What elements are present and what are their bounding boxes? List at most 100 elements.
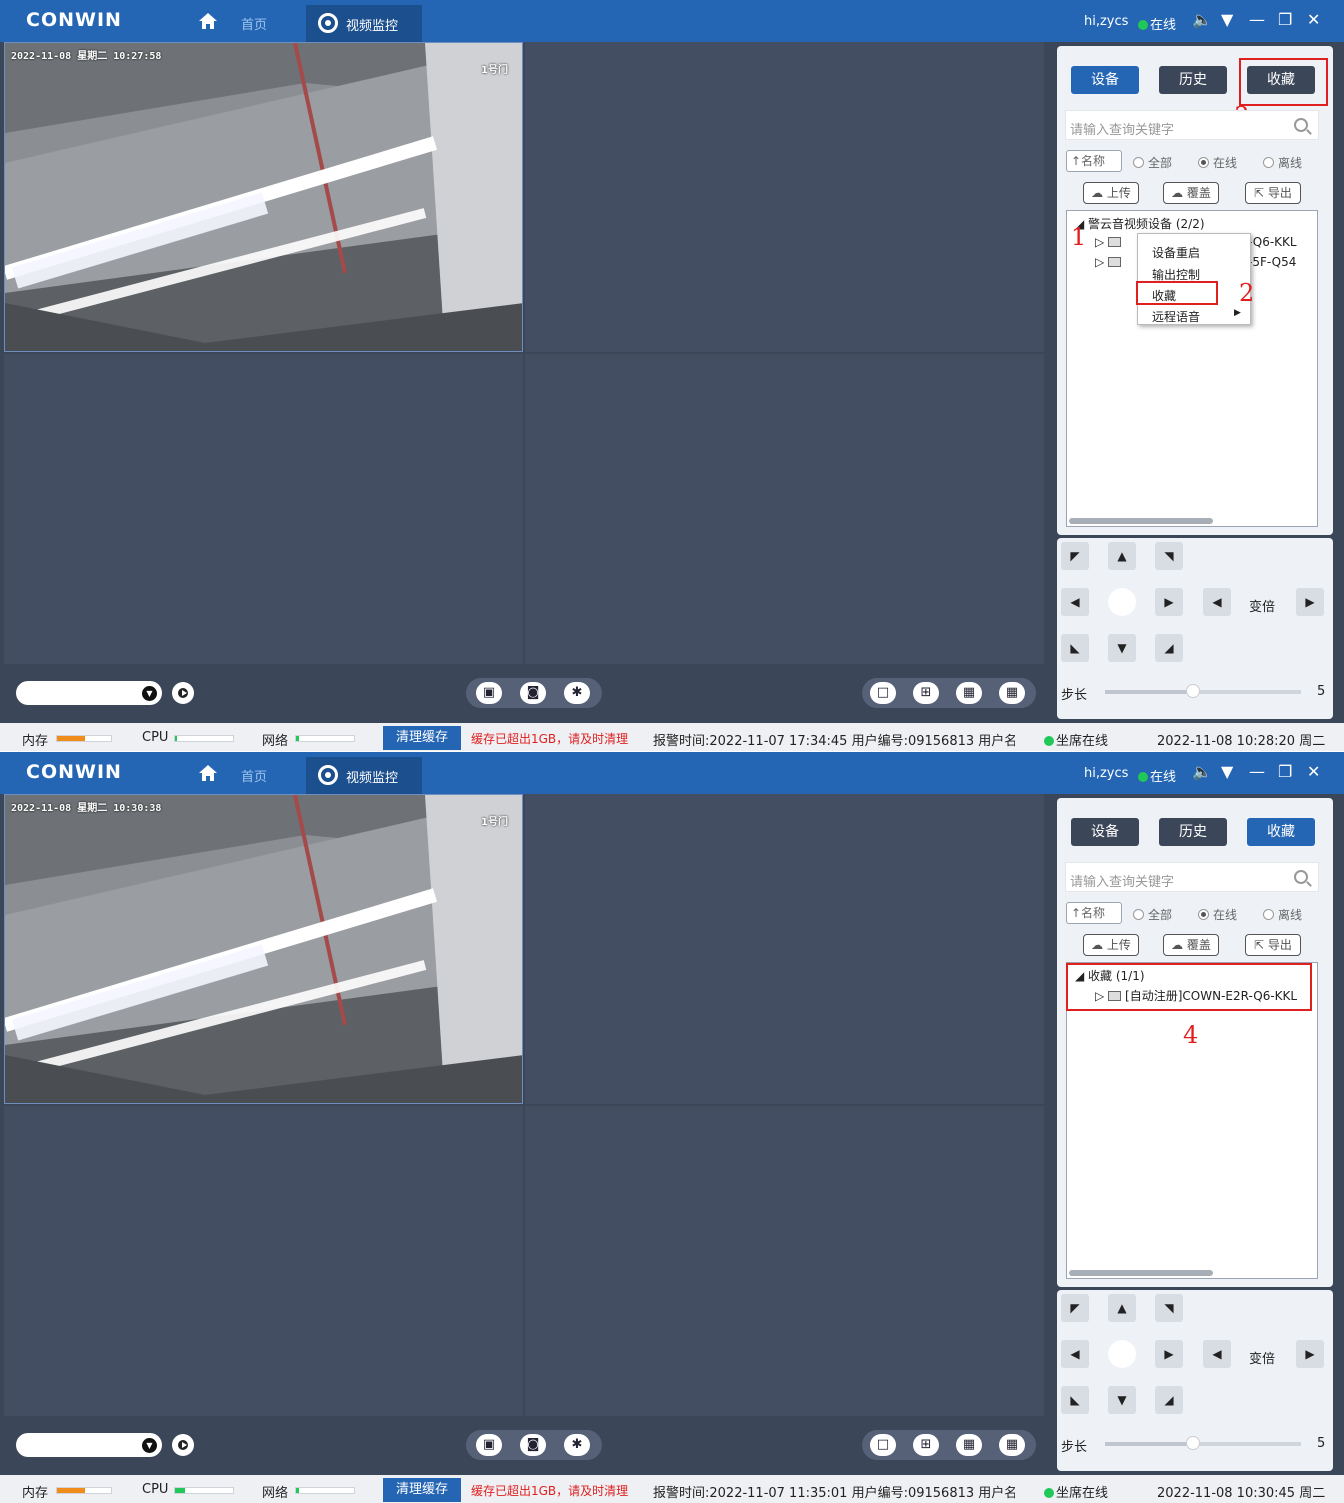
save-icon[interactable]: ▣ bbox=[476, 682, 502, 704]
close-icon[interactable]: ✕ bbox=[1307, 11, 1320, 29]
ptz-up-left-icon[interactable]: ◤ bbox=[1061, 542, 1089, 570]
zoom-out-icon[interactable]: ◀ bbox=[1203, 1340, 1231, 1368]
zoom-in-icon[interactable]: ▶ bbox=[1296, 1340, 1324, 1368]
tools-icon[interactable]: ✱ bbox=[564, 682, 590, 704]
screenshot-icon[interactable]: ◙ bbox=[520, 682, 546, 704]
layout-4-icon[interactable]: ⊞ bbox=[913, 682, 939, 704]
layout-16-icon[interactable]: ▦ bbox=[999, 1434, 1025, 1456]
ptz-down-left-icon[interactable]: ◣ bbox=[1061, 634, 1089, 662]
dropdown-menu-icon[interactable]: ▼ bbox=[1221, 11, 1233, 29]
ptz-up-right-icon[interactable]: ◥ bbox=[1155, 542, 1183, 570]
ptz-left-icon[interactable]: ◀ bbox=[1061, 1340, 1089, 1368]
minimize-icon[interactable]: — bbox=[1249, 763, 1265, 781]
ptz-center-button[interactable] bbox=[1108, 1340, 1136, 1368]
tab-home[interactable]: 首页 bbox=[241, 766, 267, 785]
horizontal-scrollbar[interactable] bbox=[1069, 1270, 1213, 1276]
upload-button[interactable]: ☁ 上传 bbox=[1083, 934, 1139, 956]
tree-item-1[interactable]: ▷ bbox=[1095, 235, 1125, 249]
layout-9-icon[interactable]: ▦ bbox=[956, 1434, 982, 1456]
tab-video-monitor[interactable]: 视频监控 bbox=[306, 5, 422, 42]
tab-devices[interactable]: 设备 bbox=[1071, 66, 1139, 94]
video-pane-1[interactable]: 2022-11-08 星期二 10:27:58 1号门 bbox=[4, 42, 523, 352]
volume-icon[interactable]: 🔈 bbox=[1192, 763, 1212, 781]
play-icon[interactable] bbox=[172, 682, 194, 704]
video-pane-4[interactable] bbox=[525, 354, 1044, 664]
search-icon[interactable] bbox=[1294, 870, 1308, 884]
radio-online[interactable]: 在线 bbox=[1198, 154, 1237, 171]
favorites-tree[interactable]: ◢ 收藏 (1/1) ▷ [自动注册]COWN-E2R-Q6-KKL 4 bbox=[1066, 962, 1318, 1279]
play-icon[interactable] bbox=[172, 1434, 194, 1456]
step-slider-handle[interactable] bbox=[1186, 1436, 1201, 1450]
restore-icon[interactable]: ❐ bbox=[1278, 763, 1292, 781]
preset-select[interactable]: ▼ bbox=[16, 681, 162, 705]
home-icon[interactable] bbox=[198, 12, 218, 30]
tab-home[interactable]: 首页 bbox=[241, 14, 267, 33]
volume-icon[interactable]: 🔈 bbox=[1192, 11, 1212, 29]
ptz-down-icon[interactable]: ▼ bbox=[1108, 1386, 1136, 1414]
video-pane-3[interactable] bbox=[4, 1106, 523, 1416]
video-pane-3[interactable] bbox=[4, 354, 523, 664]
export-button[interactable]: ⇱ 导出 bbox=[1245, 182, 1301, 204]
overwrite-button[interactable]: ☁ 覆盖 bbox=[1163, 182, 1219, 204]
ptz-up-left-icon[interactable]: ◤ bbox=[1061, 1294, 1089, 1322]
ptz-center-button[interactable] bbox=[1108, 588, 1136, 616]
video-pane-2[interactable] bbox=[525, 794, 1044, 1104]
tree-item-2[interactable]: ▷ bbox=[1095, 255, 1125, 269]
zoom-in-icon[interactable]: ▶ bbox=[1296, 588, 1324, 616]
ptz-down-icon[interactable]: ▼ bbox=[1108, 634, 1136, 662]
video-pane-2[interactable] bbox=[525, 42, 1044, 352]
tab-devices[interactable]: 设备 bbox=[1071, 818, 1139, 846]
menu-item-remote-voice[interactable]: 远程语音 bbox=[1152, 308, 1200, 325]
video-pane-1[interactable]: 2022-11-08 星期二 10:30:38 1号门 bbox=[4, 794, 523, 1104]
step-slider[interactable] bbox=[1105, 684, 1301, 698]
zoom-out-icon[interactable]: ◀ bbox=[1203, 588, 1231, 616]
ptz-up-icon[interactable]: ▲ bbox=[1108, 1294, 1136, 1322]
ptz-down-left-icon[interactable]: ◣ bbox=[1061, 1386, 1089, 1414]
clear-cache-button[interactable]: 清理缓存 bbox=[383, 1478, 461, 1502]
radio-offline[interactable]: 离线 bbox=[1263, 906, 1302, 923]
tab-history[interactable]: 历史 bbox=[1159, 818, 1227, 846]
tab-favorites[interactable]: 收藏 bbox=[1247, 818, 1315, 846]
ptz-left-icon[interactable]: ◀ bbox=[1061, 588, 1089, 616]
tree-root[interactable]: ◢ 警云音视频设备 (2/2) bbox=[1075, 215, 1205, 232]
layout-9-icon[interactable]: ▦ bbox=[956, 682, 982, 704]
ptz-down-right-icon[interactable]: ◢ bbox=[1155, 1386, 1183, 1414]
device-tree[interactable]: ◢ 警云音视频设备 (2/2) ▷ ▷ -Q6-KKL -5F-Q54 1 设备… bbox=[1066, 210, 1318, 527]
tab-history[interactable]: 历史 bbox=[1159, 66, 1227, 94]
search-icon[interactable] bbox=[1294, 118, 1308, 132]
video-pane-4[interactable] bbox=[525, 1106, 1044, 1416]
tab-video-monitor[interactable]: 视频监控 bbox=[306, 757, 422, 794]
tree-item-1-label[interactable]: -Q6-KKL bbox=[1248, 235, 1297, 249]
close-icon[interactable]: ✕ bbox=[1307, 763, 1320, 781]
radio-offline[interactable]: 离线 bbox=[1263, 154, 1302, 171]
search-input[interactable]: 请输入查询关键字 bbox=[1065, 862, 1319, 892]
home-icon[interactable] bbox=[198, 764, 218, 782]
search-input[interactable]: 请输入查询关键字 bbox=[1065, 110, 1319, 140]
layout-16-icon[interactable]: ▦ bbox=[999, 682, 1025, 704]
ptz-right-icon[interactable]: ▶ bbox=[1155, 1340, 1183, 1368]
save-icon[interactable]: ▣ bbox=[476, 1434, 502, 1456]
upload-button[interactable]: ☁ 上传 bbox=[1083, 182, 1139, 204]
tools-icon[interactable]: ✱ bbox=[564, 1434, 590, 1456]
radio-online[interactable]: 在线 bbox=[1198, 906, 1237, 923]
restore-icon[interactable]: ❐ bbox=[1278, 11, 1292, 29]
clear-cache-button[interactable]: 清理缓存 bbox=[383, 726, 461, 750]
radio-all[interactable]: 全部 bbox=[1133, 906, 1172, 923]
minimize-icon[interactable]: — bbox=[1249, 11, 1265, 29]
sort-by-name-button[interactable]: ↑名称 bbox=[1066, 902, 1122, 924]
layout-4-icon[interactable]: ⊞ bbox=[913, 1434, 939, 1456]
export-button[interactable]: ⇱ 导出 bbox=[1245, 934, 1301, 956]
sort-by-name-button[interactable]: ↑名称 bbox=[1066, 150, 1122, 172]
ptz-right-icon[interactable]: ▶ bbox=[1155, 588, 1183, 616]
preset-select[interactable]: ▼ bbox=[16, 1433, 162, 1457]
ptz-up-right-icon[interactable]: ◥ bbox=[1155, 1294, 1183, 1322]
menu-item-restart[interactable]: 设备重启 bbox=[1152, 244, 1200, 261]
step-slider-handle[interactable] bbox=[1186, 684, 1201, 698]
ptz-up-icon[interactable]: ▲ bbox=[1108, 542, 1136, 570]
tree-item-2-label[interactable]: -5F-Q54 bbox=[1248, 255, 1296, 269]
radio-all[interactable]: 全部 bbox=[1133, 154, 1172, 171]
layout-1-icon[interactable]: □ bbox=[870, 682, 896, 704]
dropdown-menu-icon[interactable]: ▼ bbox=[1221, 763, 1233, 781]
ptz-down-right-icon[interactable]: ◢ bbox=[1155, 634, 1183, 662]
horizontal-scrollbar[interactable] bbox=[1069, 518, 1213, 524]
